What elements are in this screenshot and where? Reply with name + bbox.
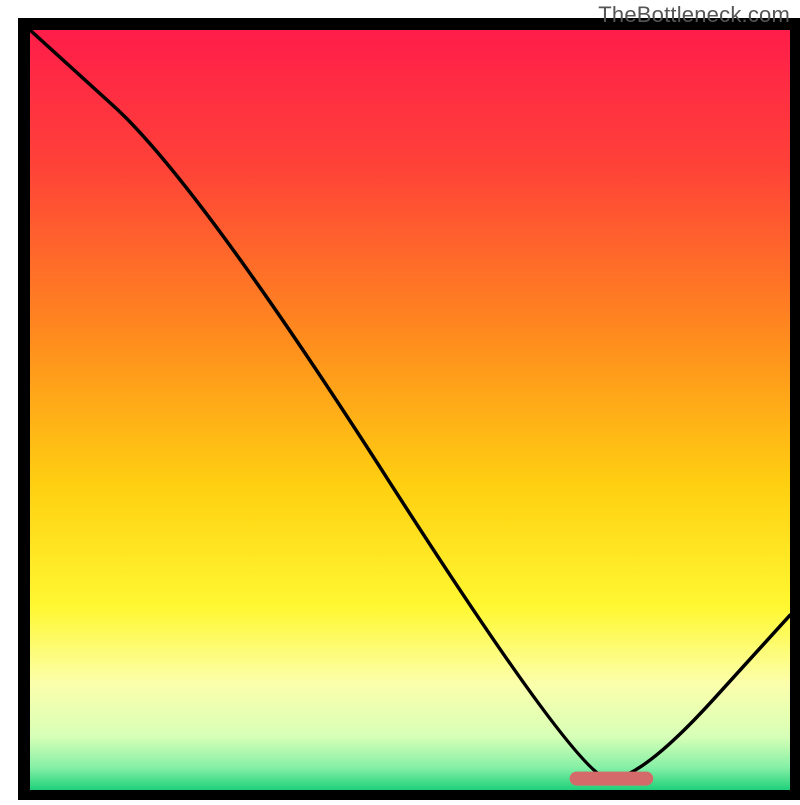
bottleneck-chart: [0, 0, 800, 800]
optimal-marker: [570, 772, 654, 786]
chart-container: TheBottleneck.com: [0, 0, 800, 800]
plot-area: [30, 30, 790, 790]
watermark-text: TheBottleneck.com: [598, 2, 790, 28]
